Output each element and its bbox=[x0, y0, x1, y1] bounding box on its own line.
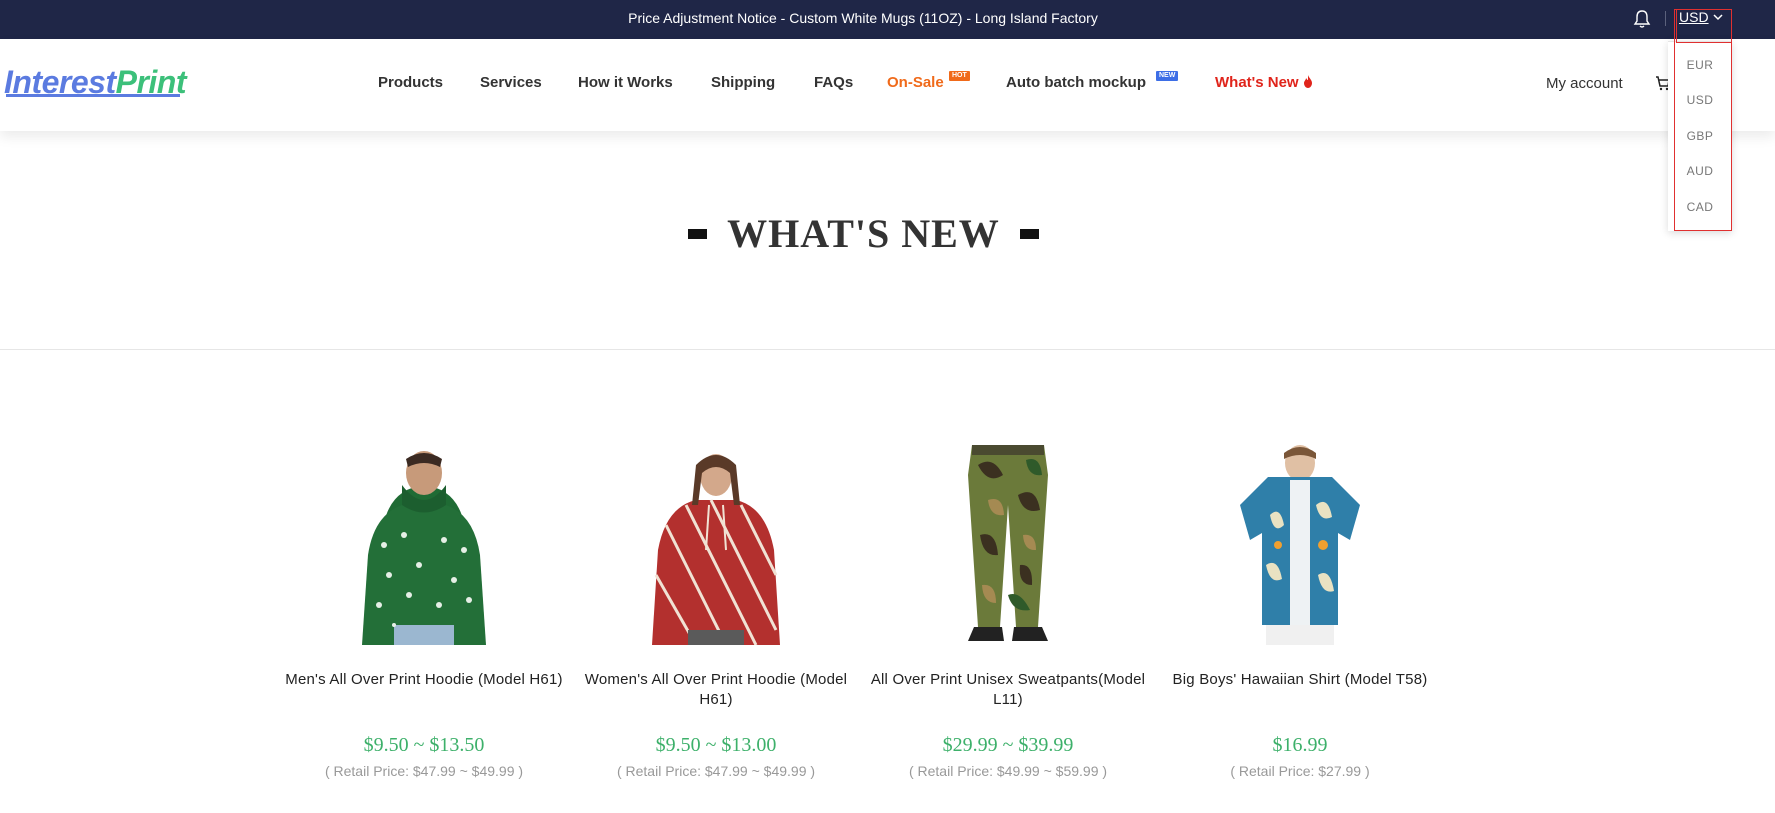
nav-whats-new[interactable]: What's New bbox=[1215, 74, 1313, 91]
product-name[interactable]: Women's All Over Print Hoodie (Model H61… bbox=[570, 670, 862, 710]
hot-badge: HOT bbox=[949, 71, 970, 81]
nav-products[interactable]: Products bbox=[378, 74, 443, 91]
section-divider bbox=[0, 349, 1775, 350]
new-badge: NEW bbox=[1156, 71, 1179, 81]
nav-services[interactable]: Services bbox=[480, 74, 542, 91]
my-account-link[interactable]: My account bbox=[1546, 75, 1623, 92]
title-dash-right bbox=[1019, 228, 1039, 239]
nav-on-sale[interactable]: On-Sale bbox=[887, 74, 944, 91]
product-name[interactable]: Big Boys' Hawaiian Shirt (Model T58) bbox=[1154, 670, 1446, 710]
flame-icon bbox=[1303, 75, 1312, 88]
product-retail-price: ( Retail Price: $27.99 ) bbox=[1230, 763, 1370, 779]
nav-faqs[interactable]: FAQs bbox=[814, 74, 853, 91]
currency-label: USD bbox=[1679, 9, 1709, 25]
bell-icon[interactable] bbox=[1633, 9, 1651, 29]
product-card[interactable]: Big Boys' Hawaiian Shirt (Model T58) $16… bbox=[1154, 445, 1446, 779]
section-header: WHAT'S NEW bbox=[0, 210, 1727, 257]
currency-option-usd[interactable]: USD bbox=[1668, 93, 1732, 107]
section-title-group: WHAT'S NEW bbox=[688, 210, 1039, 257]
currency-option-gbp[interactable]: GBP bbox=[1668, 129, 1732, 143]
product-card[interactable]: All Over Print Unisex Sweatpants(Model L… bbox=[862, 445, 1154, 779]
currency-selector[interactable]: USD bbox=[1679, 9, 1723, 25]
product-card[interactable]: Women's All Over Print Hoodie (Model H61… bbox=[570, 445, 862, 779]
nav-how-it-works[interactable]: How it Works bbox=[578, 74, 673, 91]
product-retail-price: ( Retail Price: $47.99 ~ $49.99 ) bbox=[616, 763, 816, 779]
product-price: $29.99 ~ $39.99 bbox=[942, 734, 1074, 756]
red-striped-hoodie-icon[interactable] bbox=[616, 445, 816, 646]
product-card[interactable]: Men's All Over Print Hoodie (Model H61) … bbox=[278, 445, 570, 779]
divider bbox=[1665, 11, 1666, 26]
product-price: $16.99 bbox=[1272, 734, 1328, 756]
camo-sweatpants-icon[interactable] bbox=[908, 445, 1108, 645]
product-retail-price: ( Retail Price: $47.99 ~ $49.99 ) bbox=[324, 763, 524, 779]
currency-dropdown: EUR USD GBP AUD CAD bbox=[1668, 41, 1732, 231]
main-nav: Products Services How it Works Shipping … bbox=[0, 39, 1775, 131]
green-snowflake-hoodie-icon[interactable] bbox=[324, 445, 524, 645]
product-retail-price: ( Retail Price: $49.99 ~ $59.99 ) bbox=[908, 763, 1108, 779]
title-dash-left bbox=[688, 228, 708, 239]
section-title: WHAT'S NEW bbox=[727, 211, 1000, 256]
announcement-bar: Price Adjustment Notice - Custom White M… bbox=[0, 0, 1775, 39]
chevron-down-icon bbox=[1713, 13, 1723, 20]
price-notice-link[interactable]: Price Adjustment Notice - Custom White M… bbox=[0, 0, 1726, 39]
product-price: $9.50 ~ $13.50 bbox=[363, 734, 485, 756]
product-price: $9.50 ~ $13.00 bbox=[655, 734, 777, 756]
nav-shipping[interactable]: Shipping bbox=[711, 74, 775, 91]
product-name[interactable]: Men's All Over Print Hoodie (Model H61) bbox=[278, 670, 570, 710]
currency-option-eur[interactable]: EUR bbox=[1668, 58, 1732, 72]
nav-whats-new-label: What's New bbox=[1215, 74, 1299, 91]
nav-auto-batch-mockup[interactable]: Auto batch mockup bbox=[1006, 74, 1146, 91]
blue-hawaiian-shirt-icon[interactable] bbox=[1200, 445, 1400, 645]
currency-option-aud[interactable]: AUD bbox=[1668, 164, 1732, 178]
site-header: InterestPrint Products Services How it W… bbox=[0, 39, 1775, 131]
product-name[interactable]: All Over Print Unisex Sweatpants(Model L… bbox=[862, 670, 1154, 710]
